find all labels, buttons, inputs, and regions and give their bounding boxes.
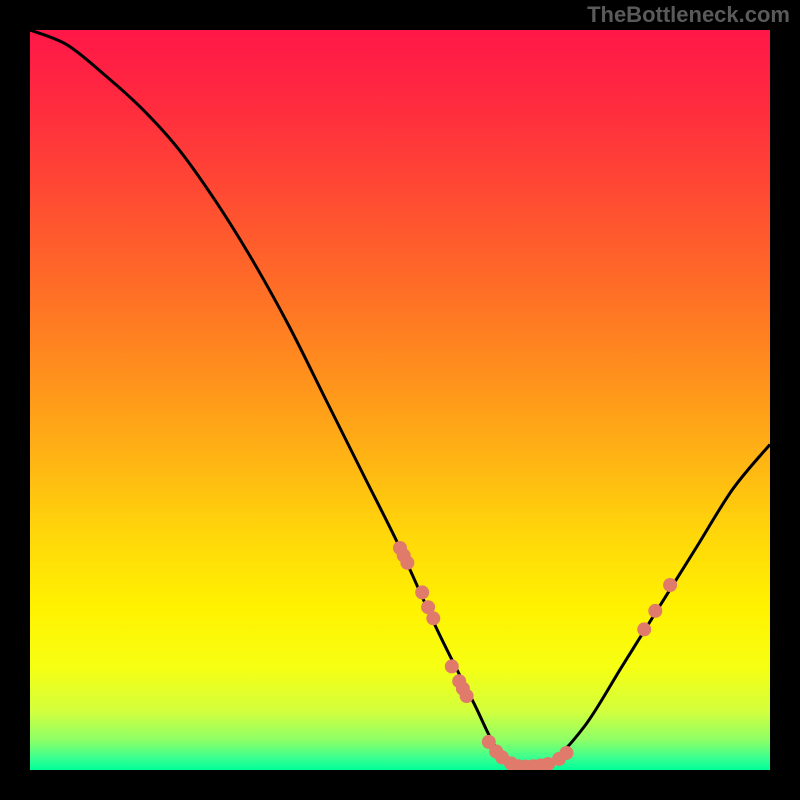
data-point bbox=[560, 746, 574, 760]
data-point bbox=[648, 604, 662, 618]
chart-area bbox=[30, 30, 770, 770]
gradient-background bbox=[30, 30, 770, 770]
data-point bbox=[445, 659, 459, 673]
data-point bbox=[637, 622, 651, 636]
data-point bbox=[415, 585, 429, 599]
chart-svg bbox=[30, 30, 770, 770]
data-point bbox=[426, 611, 440, 625]
data-point bbox=[460, 689, 474, 703]
data-point bbox=[400, 556, 414, 570]
watermark-text: TheBottleneck.com bbox=[587, 2, 790, 28]
data-point bbox=[663, 578, 677, 592]
